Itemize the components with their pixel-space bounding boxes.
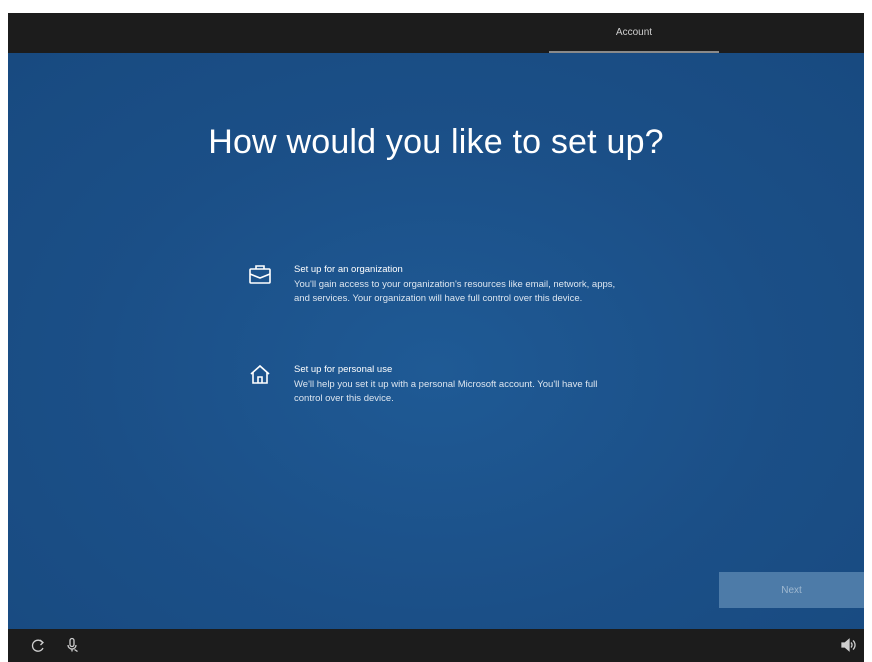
option-organization[interactable]: Set up for an organization You'll gain a… [248,263,648,306]
taskbar [8,629,864,662]
ease-of-access-icon[interactable] [30,637,46,653]
microphone-icon[interactable] [65,637,81,653]
tab-account: Account [549,13,719,53]
top-bar: Account [8,13,864,53]
option-personal-title: Set up for personal use [294,364,393,375]
oobe-screen: Account How would you like to set up? Se… [8,13,864,662]
option-organization-description: You'll gain access to your organization'… [294,279,616,304]
option-personal[interactable]: Set up for personal use We'll help you s… [248,363,648,406]
home-icon [248,363,272,387]
setup-panel: How would you like to set up? Set up for… [8,53,864,629]
next-button[interactable]: Next [719,572,864,608]
page-title: How would you like to set up? [208,123,664,161]
briefcase-icon [248,263,272,287]
option-personal-description: We'll help you set it up with a personal… [294,379,598,404]
option-organization-title: Set up for an organization [294,264,403,275]
volume-icon[interactable] [840,637,856,653]
